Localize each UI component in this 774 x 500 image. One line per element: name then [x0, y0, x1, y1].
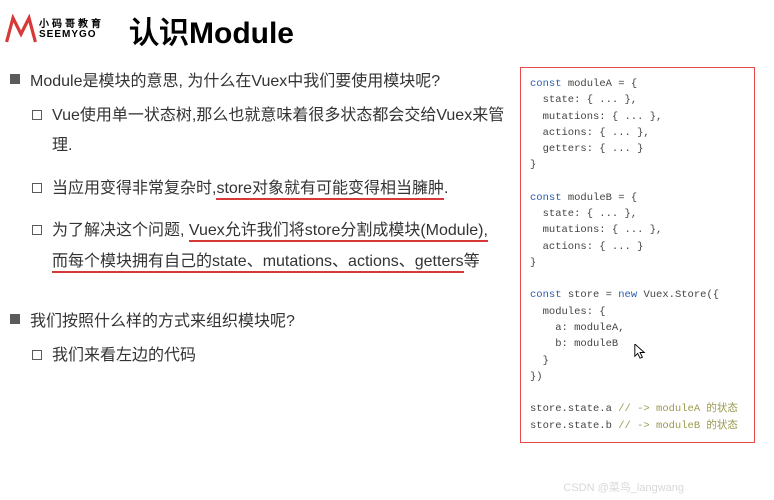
bullet-hollow-icon: [32, 225, 42, 235]
section2-item1-text: 我们来看左边的代码: [52, 341, 196, 371]
section1-item1-text: Vue使用单一状态树,那么也就意味着很多状态都会交给Vuex来管理.: [52, 101, 505, 162]
bullet-filled-icon: [10, 314, 20, 324]
section1-item2: 当应用变得非常复杂时,store对象就有可能变得相当臃肿.: [32, 174, 505, 204]
bullet-hollow-icon: [32, 350, 42, 360]
bullet-filled-icon: [10, 74, 20, 84]
section1-heading-text: Module是模块的意思, 为什么在Vuex中我们要使用模块呢?: [30, 67, 440, 91]
section1-heading: Module是模块的意思, 为什么在Vuex中我们要使用模块呢?: [10, 67, 505, 91]
section1-item2-text: 当应用变得非常复杂时,store对象就有可能变得相当臃肿.: [52, 174, 448, 204]
cursor-icon: [634, 344, 647, 361]
section1-item1: Vue使用单一状态树,那么也就意味着很多状态都会交给Vuex来管理.: [32, 101, 505, 162]
content: Module是模块的意思, 为什么在Vuex中我们要使用模块呢? Vue使用单一…: [0, 67, 774, 443]
logo: 小码哥教育 SEEMYGO: [5, 14, 104, 46]
logo-icon: [5, 14, 37, 46]
section2-heading: 我们按照什么样的方式来组织模块呢?: [10, 307, 505, 331]
section1-item3-text: 为了解决这个问题, Vuex允许我们将store分割成模块(Module), 而…: [52, 216, 505, 277]
right-column: const moduleA = { state: { ... }, mutati…: [520, 67, 755, 443]
bullet-hollow-icon: [32, 110, 42, 120]
section2-item1: 我们来看左边的代码: [32, 341, 505, 371]
logo-en: SEEMYGO: [39, 30, 104, 40]
page-title: 认识Module: [129, 8, 294, 52]
watermark: CSDN @菜鸟_langwang: [563, 479, 684, 495]
bullet-hollow-icon: [32, 183, 42, 193]
code-sample: const moduleA = { state: { ... }, mutati…: [520, 67, 755, 443]
underlined-text: store对象就有可能变得相当臃肿: [216, 180, 444, 200]
section1-item3: 为了解决这个问题, Vuex允许我们将store分割成模块(Module), 而…: [32, 216, 505, 277]
header: 小码哥教育 SEEMYGO 认识Module: [0, 0, 774, 67]
logo-text: 小码哥教育 SEEMYGO: [39, 20, 104, 40]
left-column: Module是模块的意思, 为什么在Vuex中我们要使用模块呢? Vue使用单一…: [10, 67, 520, 443]
section2-heading-text: 我们按照什么样的方式来组织模块呢?: [30, 307, 295, 331]
